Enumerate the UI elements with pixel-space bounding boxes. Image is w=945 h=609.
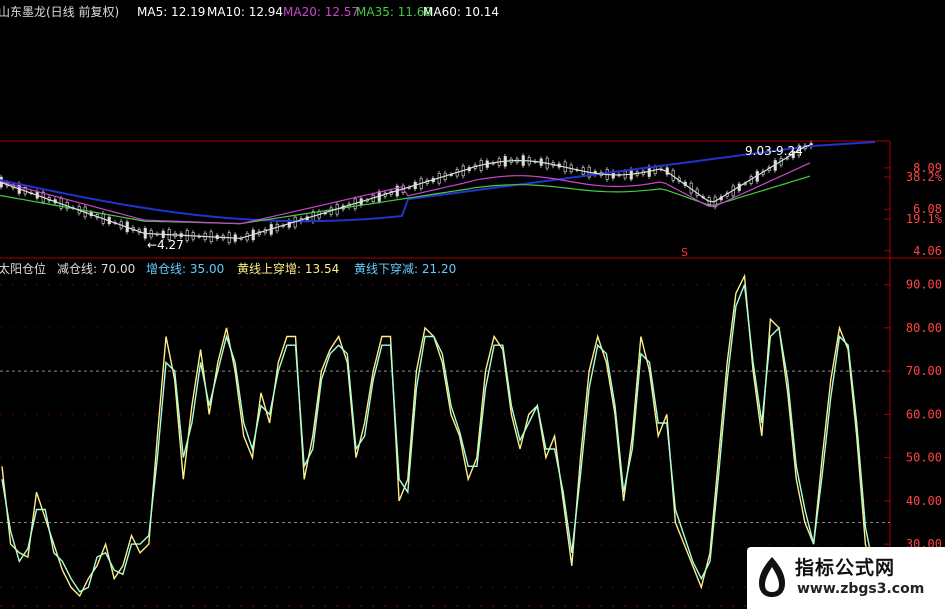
indicator-legend-item: 增仓线: 35.00 <box>146 262 224 276</box>
indicator-tick-label: 90.00 <box>906 278 942 292</box>
ma-legend-item: MA60: 10.14 <box>423 5 499 19</box>
indicator-tick-label: 60.00 <box>906 407 942 421</box>
s-marker: S <box>681 246 688 259</box>
stock-chart-canvas: 山东墨龙(日线 前复权) MA5: 12.19 MA10: 12.94 MA20: … <box>0 4 945 609</box>
ma-legend: MA5: 12.19 MA10: 12.94 MA20: 12.57MA35: 11… <box>137 5 499 19</box>
indicator-tick-label: 40.00 <box>906 494 942 508</box>
indicator-gridlines <box>0 284 890 588</box>
ma60-line <box>0 141 876 223</box>
indicator-legend-item: 黄线上穿增: 13.54 <box>237 261 339 276</box>
watermark-title: 指标公式网 <box>795 557 896 579</box>
indicator-tick-label: 50.00 <box>906 451 942 465</box>
indicator-legend: 减仓线: 70.00 增仓线: 35.00 黄线上穿增: 13.54 黄线下穿减: 2… <box>57 261 456 276</box>
indicator-series-line <box>1 273 875 598</box>
watermark-logo-icon <box>759 557 785 597</box>
indicator-series <box>1 273 875 598</box>
price-tick-label: 4.06 <box>913 244 942 258</box>
indicator-name: 太阳仓位 <box>0 261 46 276</box>
price-panel: 8.0938.2%6.0819.1%4.06 ←4.27 9.03-9.24 S <box>0 140 945 259</box>
indicator-tick-label: 80.00 <box>906 321 942 335</box>
indicator-series-line <box>1 284 875 593</box>
high-price-marker: 9.03-9.24 <box>745 144 803 158</box>
ma-legend-item: MA35: 11.60 <box>356 5 432 19</box>
low-price-marker: ←4.27 <box>147 238 184 252</box>
price-axis: 8.0938.2%6.0819.1%4.06 <box>884 161 943 258</box>
indicator-legend-item: 黄线下穿减: 21.20 <box>354 261 456 276</box>
indicator-tick-label: 70.00 <box>906 364 942 378</box>
indicator-legend-item: 减仓线: 70.00 <box>57 262 135 276</box>
ma-legend-item: MA20: 12.57 <box>283 5 359 19</box>
ma-legend-item: MA5: 12.19 <box>137 5 205 19</box>
watermark-url: www.zbgs3.com <box>797 581 925 597</box>
stock-title: 山东墨龙(日线 前复权) <box>0 4 119 19</box>
ma20-line <box>0 162 811 225</box>
ma-legend-item: MA10: 12.94 <box>207 5 283 19</box>
price-tick-label: 19.1% <box>906 212 943 226</box>
ma35-line <box>0 175 811 225</box>
price-tick-label: 38.2% <box>906 170 943 184</box>
site-watermark: 指标公式网 www.zbgs3.com <box>747 547 945 609</box>
